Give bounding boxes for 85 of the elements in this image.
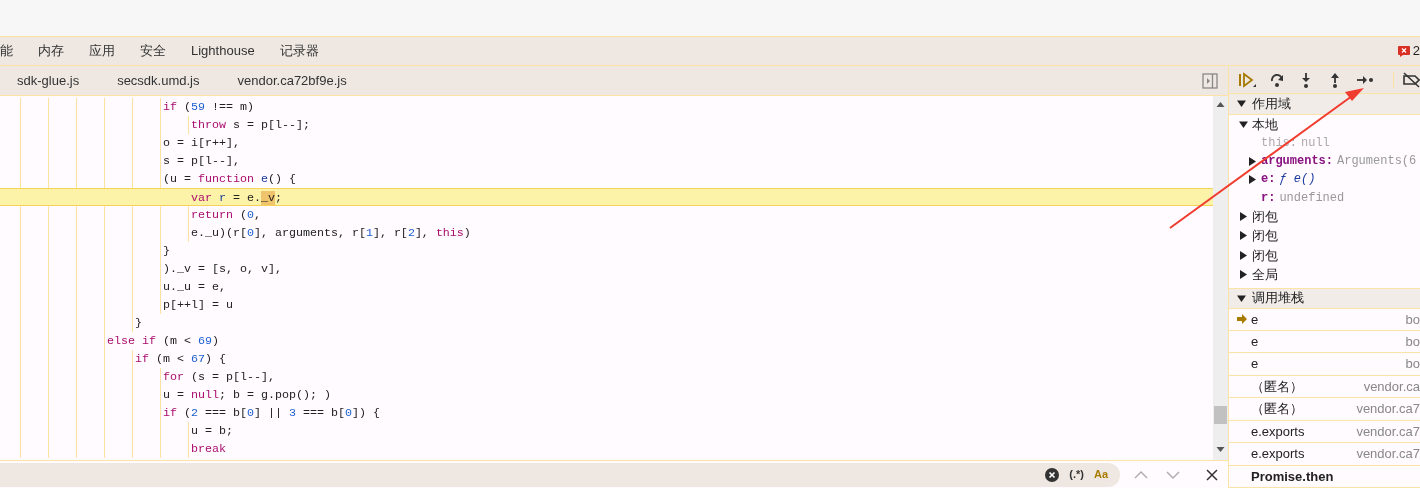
file-tab[interactable]: sdk-glue.js bbox=[17, 70, 80, 91]
expand-arrow-icon[interactable] bbox=[1248, 156, 1257, 166]
frame-location: bo bbox=[1405, 310, 1420, 329]
code-line: u = null; b = g.pop(); ) bbox=[163, 387, 331, 404]
clear-icon[interactable] bbox=[1045, 467, 1060, 482]
code-line: for (s = p[l--], bbox=[163, 369, 275, 386]
frame-name: e.exports bbox=[1251, 445, 1305, 464]
section-title[interactable]: 作用域 bbox=[1252, 94, 1291, 114]
frame-location: vendor.ca bbox=[1363, 377, 1420, 396]
panel-tab[interactable]: 内存 bbox=[38, 41, 64, 61]
code-line: } bbox=[163, 243, 170, 260]
collapse-arrow-icon[interactable] bbox=[1237, 293, 1246, 303]
expand-arrow-icon[interactable] bbox=[1239, 231, 1248, 241]
frame-location: bo bbox=[1405, 333, 1420, 351]
frame-name: （匿名） bbox=[1251, 400, 1303, 419]
deactivate-breakpoints-icon[interactable] bbox=[1402, 71, 1420, 88]
code-line: u = b; bbox=[191, 423, 233, 440]
close-icon[interactable] bbox=[1206, 468, 1218, 481]
frame-name: e bbox=[1251, 333, 1259, 351]
call-frame[interactable]: e bo bbox=[1229, 353, 1420, 376]
property-name: r: bbox=[1261, 189, 1276, 207]
file-tab[interactable]: vendor.ca72bf9e.js bbox=[237, 70, 347, 91]
property-name: arguments: bbox=[1261, 153, 1333, 171]
property-value: null bbox=[1301, 135, 1330, 153]
code-line: if (59 !== m) bbox=[163, 99, 254, 116]
sidebar-toggle-icon[interactable] bbox=[1202, 72, 1218, 89]
frame-name: （匿名） bbox=[1251, 377, 1303, 396]
property-name: e: bbox=[1261, 171, 1276, 189]
scrollbar[interactable] bbox=[1213, 96, 1228, 460]
frame-location: bo bbox=[1405, 355, 1420, 374]
issues-icon bbox=[1397, 45, 1410, 57]
call-frame[interactable]: Promise.then bbox=[1229, 465, 1420, 488]
scope-group[interactable]: 全局 bbox=[1252, 265, 1278, 285]
collapse-arrow-icon[interactable] bbox=[1239, 119, 1248, 129]
code-line: return (0, bbox=[191, 207, 261, 224]
frame-name: e.exports bbox=[1251, 422, 1305, 441]
search-field[interactable]: (.*) Aa bbox=[0, 462, 1120, 487]
code-line: else if (m < 69) bbox=[107, 333, 219, 350]
call-frame[interactable]: e.exports vendor.ca7 bbox=[1229, 420, 1420, 444]
scope-group[interactable]: 闭包 bbox=[1252, 245, 1278, 266]
frame-location: vendor.ca7 bbox=[1356, 400, 1420, 419]
panel-tab[interactable]: 安全 bbox=[140, 41, 166, 61]
code-line: throw s = p[l--]; bbox=[191, 117, 310, 134]
regex-toggle[interactable]: (.*) bbox=[1069, 466, 1084, 483]
code-line: if (2 === b[0] || 3 === b[0]) { bbox=[163, 405, 380, 422]
call-frame[interactable]: e bo bbox=[1229, 331, 1420, 354]
call-frame[interactable]: e.exports vendor.ca7 bbox=[1229, 443, 1420, 466]
call-frame[interactable]: e bo bbox=[1229, 308, 1420, 332]
scope-group[interactable]: 本地 bbox=[1252, 114, 1278, 134]
code-line: break bbox=[191, 441, 226, 458]
expand-arrow-icon[interactable] bbox=[1239, 270, 1248, 280]
scope-group[interactable]: 闭包 bbox=[1252, 226, 1278, 246]
code-line: u._u = e, bbox=[163, 279, 226, 296]
code-line: s = p[l--], bbox=[163, 153, 240, 170]
panel-tab[interactable]: 应用 bbox=[89, 41, 115, 61]
code-line: )._v = [s, o, v], bbox=[163, 261, 282, 278]
frame-location: vendor.ca7 bbox=[1356, 422, 1420, 441]
code-line: o = i[r++], bbox=[163, 135, 240, 152]
panel-tab[interactable]: 能 bbox=[0, 41, 13, 61]
expand-arrow-icon[interactable] bbox=[1239, 211, 1248, 221]
code-line: e._u)(r[0], arguments, r[1], r[2], this) bbox=[191, 225, 471, 242]
property-value: Arguments(6 bbox=[1337, 153, 1417, 171]
scope-group[interactable]: 闭包 bbox=[1252, 206, 1278, 227]
call-frame[interactable]: （匿名） vendor.ca bbox=[1229, 375, 1420, 399]
property-value: undefined bbox=[1279, 189, 1345, 207]
code-line: var r = e._v; bbox=[191, 190, 282, 205]
panel-tab[interactable]: Lighthouse bbox=[191, 41, 255, 61]
code-line: (u = function e() { bbox=[163, 171, 296, 188]
frame-location: vendor.ca7 bbox=[1356, 445, 1420, 464]
property-value: ƒ e() bbox=[1279, 171, 1316, 189]
frame-name: Promise.then bbox=[1251, 467, 1334, 486]
call-frame[interactable]: （匿名） vendor.ca7 bbox=[1229, 398, 1420, 421]
frame-name: e bbox=[1251, 310, 1259, 329]
resume-icon[interactable] bbox=[1238, 71, 1256, 88]
collapse-arrow-icon[interactable] bbox=[1237, 99, 1246, 109]
step-over-icon[interactable] bbox=[1269, 71, 1285, 88]
expand-arrow-icon[interactable] bbox=[1239, 250, 1248, 260]
file-tab[interactable]: secsdk.umd.js bbox=[117, 70, 200, 91]
frame-name: e bbox=[1251, 355, 1259, 374]
panel-tab[interactable]: 记录器 bbox=[279, 41, 319, 61]
code-line: } bbox=[135, 315, 142, 332]
code-line: if (m < 67) { bbox=[135, 351, 226, 368]
code-line: p[++l] = u bbox=[163, 297, 233, 314]
issues-count: 2 bbox=[1412, 42, 1420, 61]
expand-arrow-icon[interactable] bbox=[1248, 174, 1257, 184]
